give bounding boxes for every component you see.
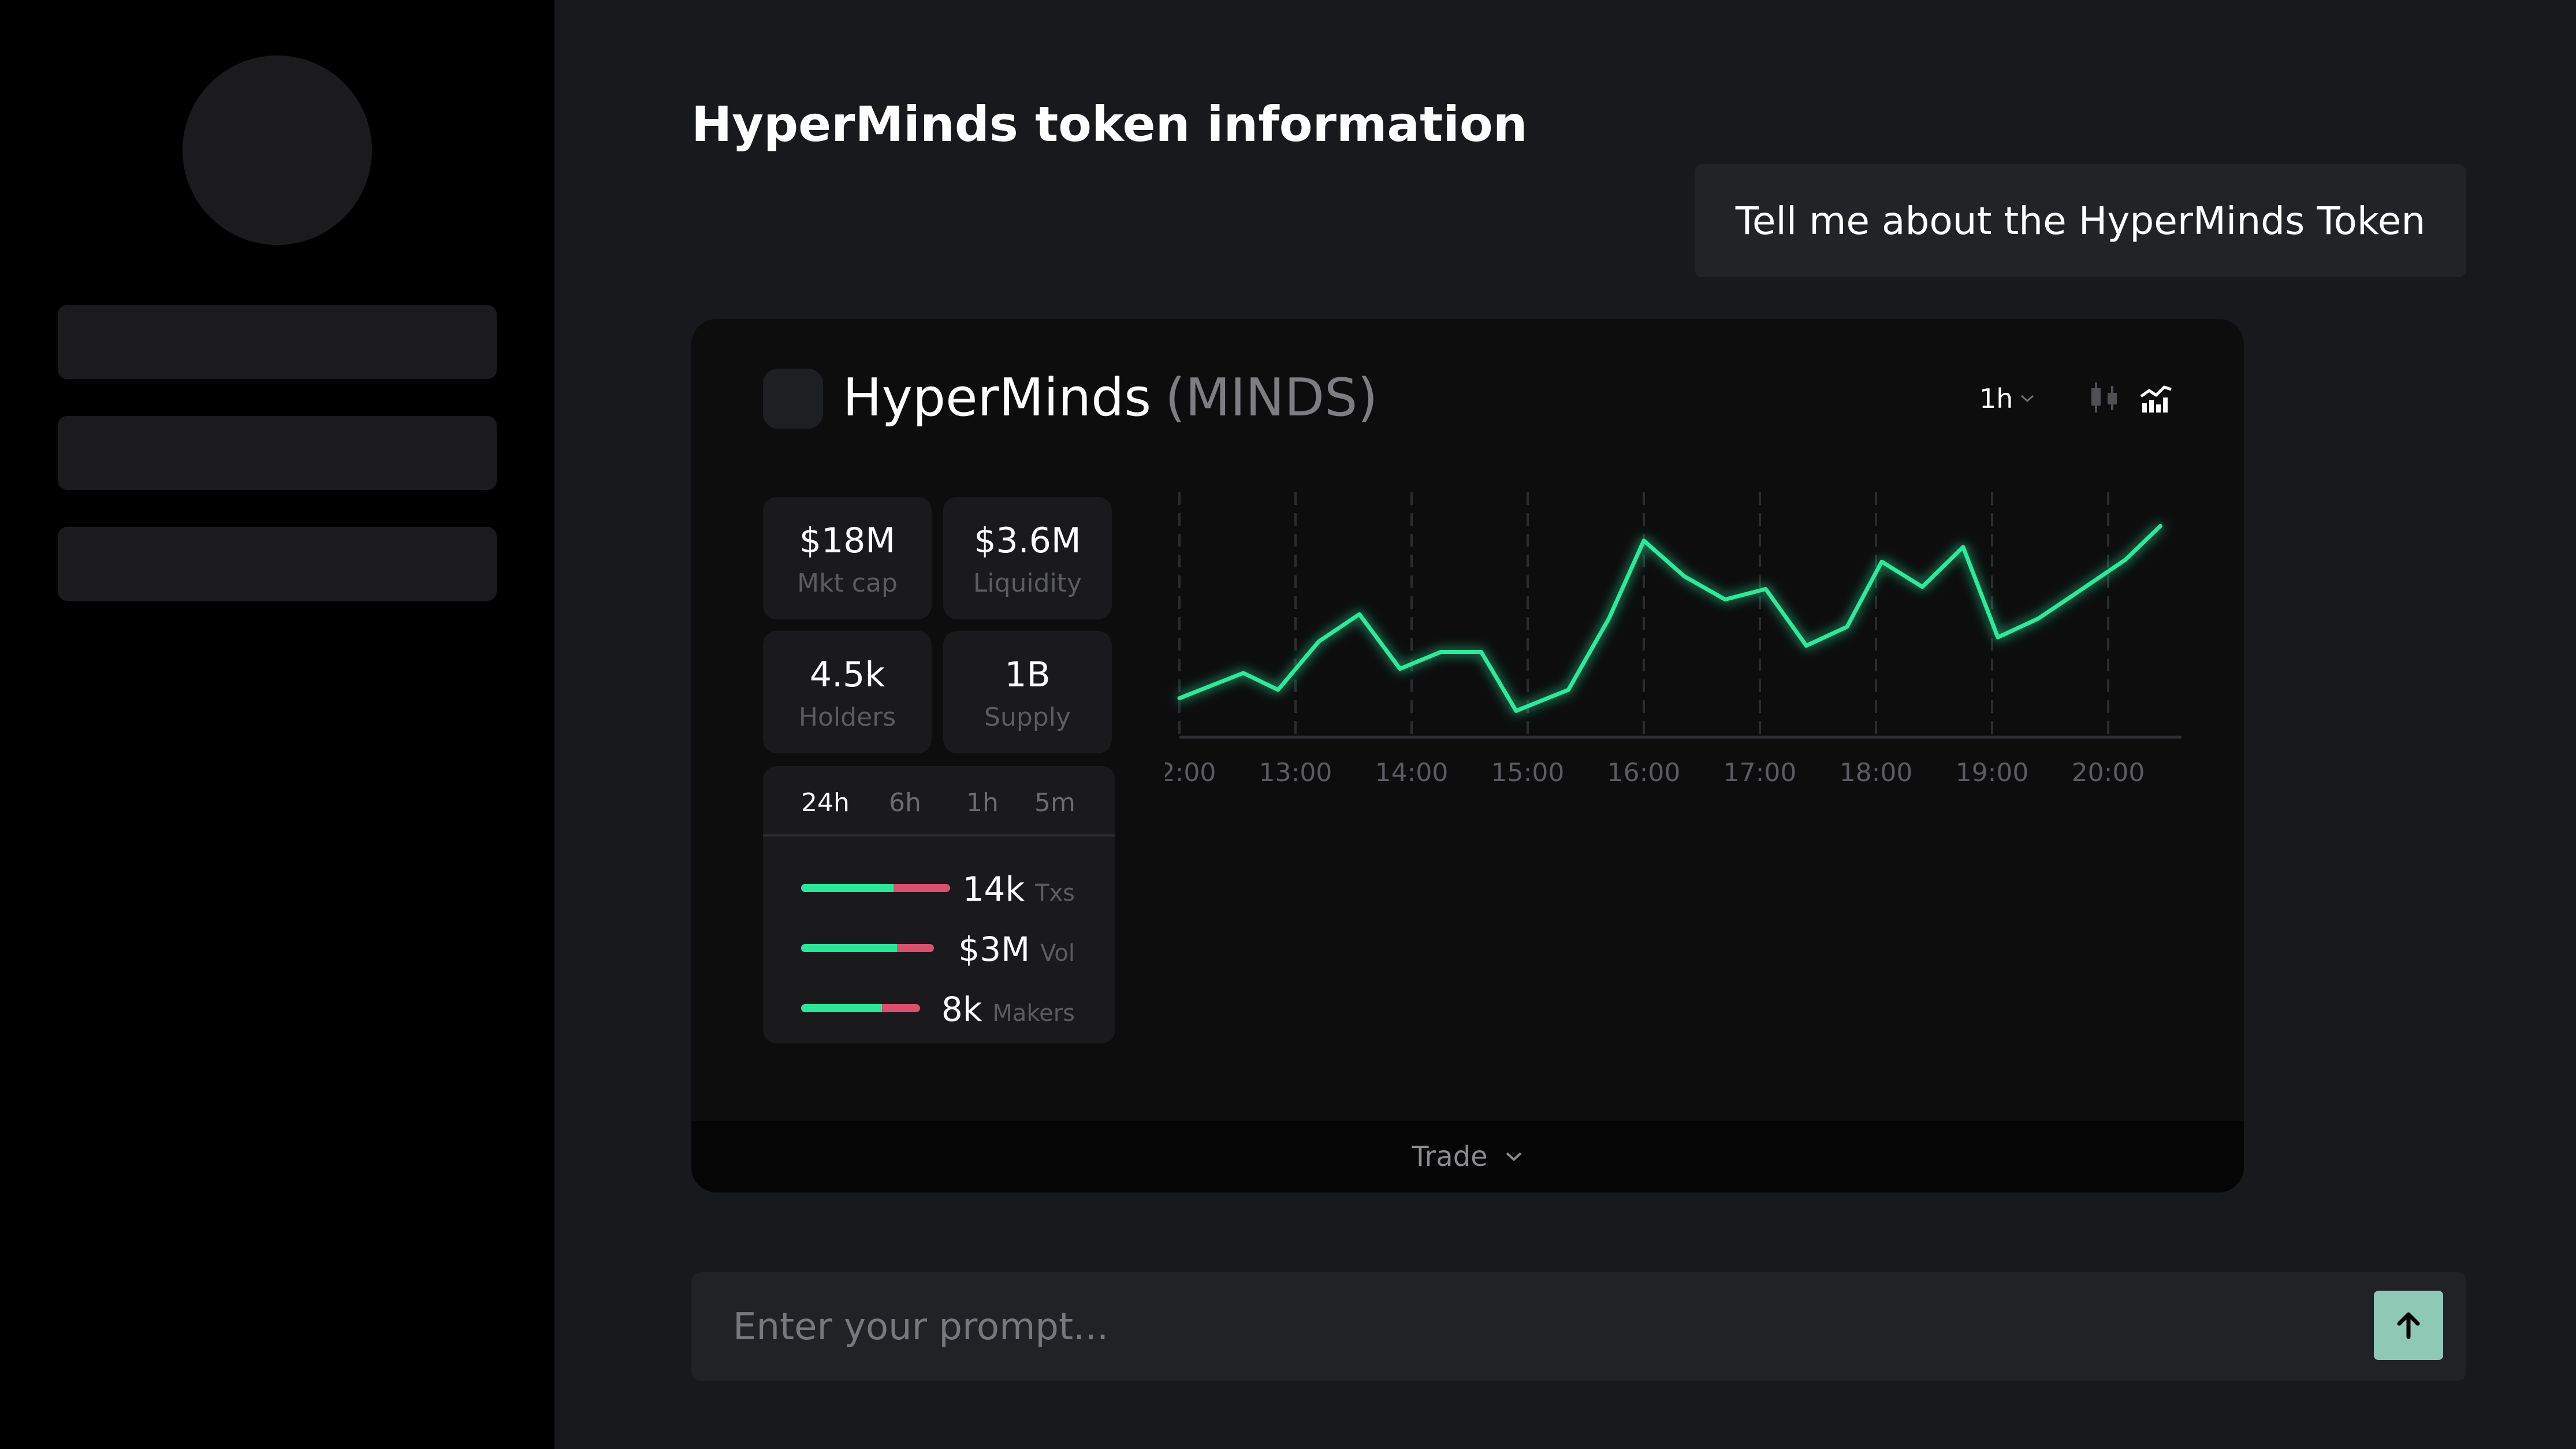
avatar[interactable] [183,55,372,245]
stat-liquidity: $3.6M Liquidity [943,497,1112,619]
data-point [1607,616,1611,621]
x-tick-label: 17:00 [1723,758,1797,787]
data-point [1996,636,2000,640]
chevron-down-icon [2021,395,2034,403]
token-card: HyperMinds (MINDS) 1h $18M Mkt cap $3.6M … [691,319,2244,1192]
data-point [1566,688,1570,692]
buy-bar-fill [801,944,897,952]
token-logo [763,369,823,429]
stat-holders: 4.5k Holders [763,631,932,753]
data-point [1317,640,1321,644]
candlestick-chart-icon[interactable] [2084,377,2126,418]
timeframe-select[interactable]: 1h [1979,381,2035,416]
stat-value: 4.5k [809,655,885,695]
send-button[interactable] [2374,1291,2443,1360]
activity-row-vol: $3M Vol [763,927,1115,971]
activity-row-makers: 8k Makers [763,987,1115,1031]
user-message: Tell me about the HyperMinds Token [1695,164,2466,277]
x-tick-label: 12:00 [1165,758,1216,787]
data-point [1723,597,1727,601]
token-symbol: (MINDS) [1165,367,1378,428]
prompt-bar [691,1272,2466,1381]
data-point [1514,709,1518,713]
activity-count: 14k [962,870,1025,909]
x-tick-label: 13:00 [1259,758,1332,787]
token-name: HyperMinds [843,367,1152,428]
data-point [1880,560,1884,564]
token-title: HyperMinds (MINDS) [843,361,1378,436]
stat-market-cap: $18M Mkt cap [763,497,932,619]
data-point [1398,667,1402,671]
buy-bar-fill [801,884,894,892]
x-tick-label: 16:00 [1607,758,1681,787]
tab-1h[interactable]: 1h [966,787,999,819]
stat-label: Supply [984,703,1071,732]
stat-label: Holders [798,703,896,732]
prompt-input[interactable] [732,1295,2294,1359]
chevron-down-icon [1506,1152,1522,1161]
stat-label: Mkt cap [797,569,898,598]
activity-value: 8k Makers [941,989,1075,1034]
activity-row-txs: 14k Txs [763,867,1115,911]
trade-button[interactable]: Trade [691,1121,2244,1192]
x-tick-label: 19:00 [1956,758,2029,787]
stat-value: $3.6M [974,521,1081,561]
sidebar [0,0,554,1449]
sidebar-item-3[interactable] [58,527,497,601]
data-point [1241,671,1245,675]
activity-value: $3M Vol [958,929,1075,974]
data-point [1764,587,1768,591]
data-point [1357,612,1361,616]
x-tick-label: 18:00 [1840,758,1913,787]
trade-label: Trade [1412,1140,1488,1173]
data-point [1276,688,1280,692]
data-point [2077,589,2081,593]
data-point [2124,558,2128,562]
activity-value: 14k Txs [963,869,1075,913]
activity-count: $3M [958,930,1030,969]
tab-24h[interactable]: 24h [801,787,850,819]
activity-unit: Makers [992,1000,1075,1027]
data-point [1439,650,1443,654]
tab-5m[interactable]: 5m [1034,787,1075,819]
data-point [2158,524,2162,528]
x-tick-label: 14:00 [1375,758,1449,787]
data-point [1804,644,1808,648]
arrow-up-icon [2397,1312,2420,1339]
stat-label: Liquidity [973,569,1082,598]
stat-value: 1B [1004,655,1051,695]
activity-panel: 24h 6h 1h 5m 14k Txs $3M Vol 8k Makers [763,766,1115,1043]
x-tick-label: 15:00 [1491,758,1565,787]
data-point [1920,585,1924,589]
activity-unit: Vol [1040,940,1075,967]
x-tick-label: 20:00 [2072,758,2145,787]
data-point [1682,574,1687,578]
stat-value: $18M [799,521,896,561]
data-point [1642,538,1646,543]
buy-bar-fill [801,1004,883,1012]
stat-supply: 1B Supply [943,631,1112,753]
sidebar-item-1[interactable] [58,305,497,379]
tab-6h[interactable]: 6h [889,787,921,819]
buy-sell-bar [801,944,934,952]
activity-unit: Txs [1035,880,1075,906]
line-chart-icon[interactable] [2135,377,2177,418]
data-point [1961,545,1965,549]
data-point [1479,650,1483,654]
data-point [1845,625,1849,629]
data-point [2037,616,2041,621]
price-chart: 12:00 13:00 14:00 15:00 16:00 17:00 18:00 19:00… [1165,492,2182,787]
activity-tabs: 24h 6h 1h 5m [763,766,1115,837]
buy-sell-bar [801,1004,920,1012]
price-line [1177,523,2162,713]
data-point [1178,696,1181,700]
timeframe-value: 1h [1979,383,2013,414]
sidebar-item-2[interactable] [58,416,497,490]
buy-sell-bar [801,884,950,892]
activity-count: 8k [941,990,982,1029]
page-title: HyperMinds token information [691,96,1528,153]
